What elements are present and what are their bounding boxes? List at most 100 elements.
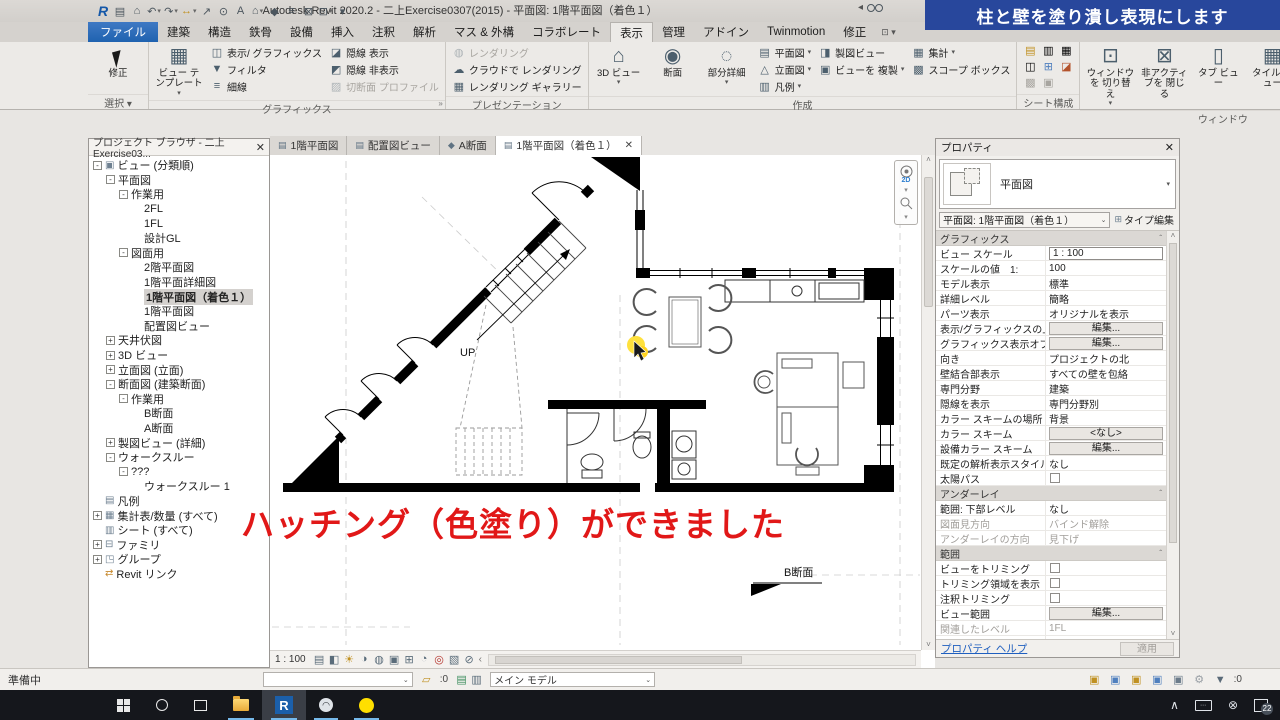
press-drag-toggle[interactable]: ▣: [1129, 673, 1144, 686]
ribbon-tab-active[interactable]: 表示: [610, 22, 653, 42]
view-tab[interactable]: ◆A断面: [440, 136, 496, 155]
ribbon-tab-item[interactable]: 設備: [281, 22, 322, 42]
property-value[interactable]: プロジェクトの北: [1046, 351, 1166, 366]
tree-item[interactable]: -作業用: [89, 187, 269, 202]
tree-item[interactable]: +天井伏図: [89, 333, 269, 348]
tree-item[interactable]: -断面図 (建築断面): [89, 377, 269, 392]
type-selector[interactable]: 平面図 ▾: [939, 159, 1176, 209]
property-value[interactable]: なし: [1046, 501, 1166, 516]
expander-icon[interactable]: +: [106, 365, 115, 374]
property-edit-button[interactable]: 編集...: [1049, 442, 1163, 455]
reveal-hidden-elements-icon[interactable]: ◎: [432, 653, 447, 666]
doors[interactable]: [325, 182, 586, 435]
horizontal-scrollbar[interactable]: [488, 654, 916, 666]
ribbon-button-duplicate-view[interactable]: ▣ビューを 複製▾: [816, 61, 906, 77]
property-value[interactable]: 見下げ: [1046, 531, 1166, 546]
tree-item[interactable]: 2FL: [89, 202, 269, 217]
crop-view-icon[interactable]: ▣: [387, 653, 402, 666]
ribbon-button-switch-windows[interactable]: ⊡ウィンドウを 切り替え▾: [1084, 44, 1136, 108]
ribbon-button-section[interactable]: ◉断面: [647, 44, 699, 88]
tree-item[interactable]: -▣ビュー (分類順): [89, 158, 269, 173]
ribbon-tab-item[interactable]: 解析: [404, 22, 445, 42]
section-mark-b[interactable]: B断面: [751, 565, 822, 596]
close-icon[interactable]: ✕: [256, 141, 265, 154]
aligned-dimension-icon[interactable]: ↗: [200, 3, 214, 19]
walls-filled[interactable]: [283, 157, 894, 492]
ribbon-tab-item[interactable]: 建築: [158, 22, 199, 42]
ribbon-tab-item[interactable]: 修正: [834, 22, 875, 42]
viewport-icon[interactable]: ◫: [1021, 60, 1039, 76]
view-tab[interactable]: ▤1階平面図: [270, 136, 347, 155]
expander-icon[interactable]: -: [106, 175, 115, 184]
ribbon-button-modify[interactable]: 修正: [92, 44, 144, 80]
property-value[interactable]: 簡略: [1046, 291, 1166, 306]
tree-item[interactable]: -作業用: [89, 392, 269, 407]
property-value[interactable]: 専門分野別: [1046, 396, 1166, 411]
collapse-infocenter-icon[interactable]: ◂: [858, 2, 863, 13]
property-value[interactable]: バインド解除: [1046, 516, 1166, 531]
tree-item[interactable]: -平面図: [89, 173, 269, 188]
checkbox[interactable]: [1050, 473, 1060, 483]
sink[interactable]: [633, 436, 651, 458]
undo-icon[interactable]: ↶▾: [147, 3, 161, 19]
collapse-icon[interactable]: ˆ: [1159, 489, 1162, 498]
ribbon-button-thin-lines[interactable]: ≡細線: [208, 78, 324, 94]
measure-icon[interactable]: ↔▾: [181, 3, 197, 19]
modify-context-dropdown[interactable]: ⊡ ▾: [875, 22, 902, 42]
search-icon[interactable]: [867, 4, 883, 12]
tree-item[interactable]: 配置図ビュー: [89, 319, 269, 334]
ribbon-tab-item[interactable]: 構造: [199, 22, 240, 42]
checkbox[interactable]: [1050, 563, 1060, 573]
property-section-header[interactable]: 範囲ˆ: [936, 546, 1166, 561]
property-edit-button[interactable]: <なし>: [1049, 427, 1163, 440]
tree-item[interactable]: B断面: [89, 406, 269, 421]
rendering-dialog-icon[interactable]: ◍: [372, 653, 387, 666]
floor-plan-drawing[interactable]: UP: [270, 155, 921, 650]
ribbon-tab-item[interactable]: コラボレート: [523, 22, 610, 42]
expander-icon[interactable]: -: [119, 248, 128, 257]
place-view-icon[interactable]: ▥: [1039, 44, 1057, 60]
property-value[interactable]: なし: [1046, 456, 1166, 471]
tree-item[interactable]: 2階平面図: [89, 260, 269, 275]
property-edit-button[interactable]: 編集...: [1049, 322, 1163, 335]
dining-set[interactable]: [634, 285, 732, 353]
open-icon[interactable]: ⌂: [130, 3, 144, 19]
select-by-face-toggle[interactable]: ⚙: [1192, 673, 1207, 686]
property-section-header[interactable]: アンダーレイˆ: [936, 486, 1166, 501]
hidden-icons-chevron[interactable]: ∧: [1170, 698, 1179, 712]
recording-app-button[interactable]: [346, 690, 387, 720]
edit-type-button[interactable]: ⊞ タイプ編集: [1112, 212, 1176, 227]
design-options-combo[interactable]: メイン モデル ⌄: [490, 672, 655, 687]
zoom-options-chevron-icon[interactable]: ▾: [904, 213, 908, 221]
tree-item[interactable]: +◳グループ: [89, 552, 269, 567]
property-value[interactable]: 背景: [1046, 411, 1166, 426]
temporary-view-properties-icon[interactable]: ▧: [447, 653, 462, 666]
tree-item[interactable]: +3D ビュー: [89, 348, 269, 363]
checkbox[interactable]: [1050, 578, 1060, 588]
properties-header[interactable]: プロパティ ✕: [936, 139, 1179, 156]
ribbon-tab-item[interactable]: 管理: [653, 22, 694, 42]
close-hidden-windows-icon[interactable]: ⊠: [302, 3, 316, 19]
properties-scrollbar[interactable]: ˄ ˅: [1166, 231, 1179, 639]
property-value[interactable]: すべての壁を包絡: [1046, 366, 1166, 381]
worksets-icon[interactable]: ▤: [454, 673, 469, 686]
obs-taskbar-button[interactable]: ◠: [306, 690, 346, 720]
cortana-button[interactable]: [143, 690, 181, 720]
view-scale-button[interactable]: 1 : 100: [275, 654, 306, 665]
view-tab[interactable]: ▤1階平面図（着色１）✕: [496, 136, 642, 155]
worksets-combo[interactable]: ⌄: [263, 672, 413, 687]
thin-lines-icon[interactable]: ≡: [285, 3, 299, 19]
default-3d-view-icon[interactable]: ⌂▾: [251, 3, 265, 19]
ribbon-button-callout[interactable]: ◌部分詳細▾: [701, 44, 753, 88]
expander-icon[interactable]: +: [106, 336, 115, 345]
horizontal-scrollbar-thumb[interactable]: [495, 656, 742, 664]
kitchen-counter[interactable]: [725, 280, 864, 302]
editing-requests-icon[interactable]: ▱: [419, 673, 434, 686]
property-value[interactable]: 建築: [1046, 381, 1166, 396]
collapse-icon[interactable]: ˆ: [1159, 549, 1162, 558]
temporary-hide-isolate-icon[interactable]: ◔: [417, 653, 432, 666]
tree-item[interactable]: -ウォークスルー: [89, 450, 269, 465]
view-tab[interactable]: ▤配置図ビュー: [347, 136, 440, 155]
ribbon-button-view-template[interactable]: ▦ビュー テンプレート▾: [153, 44, 205, 98]
ribbon-tab-item[interactable]: ファイル: [88, 22, 158, 42]
